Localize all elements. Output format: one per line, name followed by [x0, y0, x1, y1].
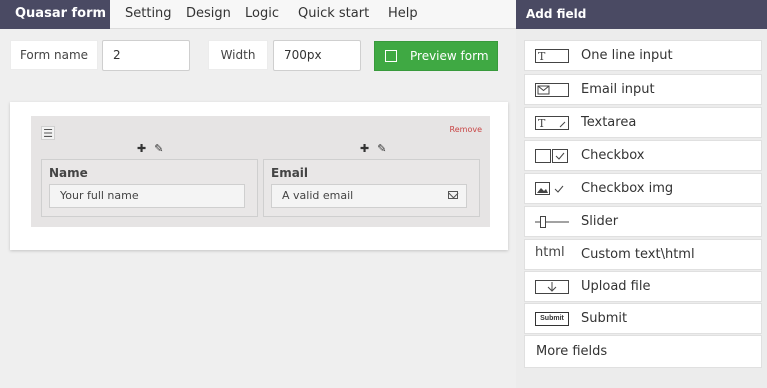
edit-icon[interactable]: ✎ — [154, 142, 163, 155]
submit-icon: Submit — [535, 312, 569, 326]
email-input-icon — [535, 83, 569, 97]
drag-handle-icon[interactable]: ☰ — [41, 126, 55, 140]
field-tools-email: ✚ ✎ — [360, 142, 394, 155]
panel-title: Add field — [516, 0, 767, 29]
name-field[interactable]: Name Your full name — [41, 159, 258, 217]
email-placeholder: A valid email — [282, 189, 354, 202]
svg-text:T: T — [538, 117, 546, 130]
add-icon[interactable]: ✚ — [137, 142, 146, 155]
more-fields-button[interactable]: More fields — [524, 335, 762, 368]
add-one-line-input[interactable]: T One line input — [524, 40, 762, 71]
checkbox-icon — [535, 149, 568, 163]
edit-icon[interactable]: ✎ — [377, 142, 386, 155]
add-field-panel: Add field T One line input Email input T… — [516, 0, 767, 388]
svg-text:T: T — [538, 50, 546, 63]
width-input[interactable]: 700px — [273, 40, 361, 71]
add-textarea[interactable]: T Textarea — [524, 107, 762, 138]
field-tools-name: ✚ ✎ — [137, 142, 171, 155]
add-slider[interactable]: Slider — [524, 206, 762, 237]
remove-row-link[interactable]: Remove — [450, 125, 482, 134]
text-input-icon: T — [535, 49, 569, 63]
brand-logo[interactable]: Quasar form — [0, 0, 110, 29]
add-item-label: Checkbox img — [581, 181, 674, 196]
add-checkbox[interactable]: Checkbox — [524, 140, 762, 171]
add-custom-html[interactable]: html Custom text\html — [524, 239, 762, 270]
checkbox-img-icon — [535, 182, 564, 195]
form-canvas: ☰ Remove ✚ ✎ ✚ ✎ Name Your full name Email… — [10, 102, 508, 250]
slider-icon — [535, 216, 569, 228]
email-input[interactable]: A valid email — [271, 184, 467, 208]
preview-form-button[interactable]: Preview form — [374, 41, 498, 71]
menu-design[interactable]: Design — [186, 0, 231, 29]
form-row: ☰ Remove ✚ ✎ ✚ ✎ Name Your full name Email… — [31, 116, 490, 227]
add-item-label: Slider — [581, 214, 619, 229]
add-item-label: Custom text\html — [581, 247, 695, 262]
add-upload-file[interactable]: Upload file — [524, 271, 762, 302]
form-name-label: Form name — [10, 40, 98, 70]
add-item-label: Email input — [581, 82, 655, 97]
add-item-label: Submit — [581, 311, 628, 326]
add-item-label: Upload file — [581, 279, 651, 294]
menu-help[interactable]: Help — [388, 0, 418, 29]
name-field-label: Name — [49, 166, 88, 180]
add-item-label: Checkbox — [581, 148, 645, 163]
add-email-input[interactable]: Email input — [524, 74, 762, 105]
add-submit[interactable]: Submit Submit — [524, 303, 762, 334]
checkbox-icon — [385, 50, 397, 62]
top-menu-bar: Quasar form Setting Design Logic Quick s… — [0, 0, 516, 29]
upload-icon — [535, 280, 569, 294]
email-field[interactable]: Email A valid email — [263, 159, 480, 217]
menu-setting[interactable]: Setting — [125, 0, 172, 29]
add-item-label: Textarea — [581, 115, 637, 130]
name-input[interactable]: Your full name — [49, 184, 245, 208]
textarea-icon: T — [535, 116, 569, 130]
html-icon: html — [535, 245, 565, 260]
email-field-label: Email — [271, 166, 309, 180]
preview-form-label: Preview form — [410, 49, 489, 63]
menu-logic[interactable]: Logic — [245, 0, 279, 29]
form-name-input[interactable]: 2 — [102, 40, 190, 71]
menu-quick-start[interactable]: Quick start — [298, 0, 369, 29]
add-icon[interactable]: ✚ — [360, 142, 369, 155]
width-label: Width — [208, 40, 268, 70]
mail-icon — [448, 191, 458, 199]
add-item-label: One line input — [581, 48, 673, 63]
add-checkbox-img[interactable]: Checkbox img — [524, 173, 762, 204]
